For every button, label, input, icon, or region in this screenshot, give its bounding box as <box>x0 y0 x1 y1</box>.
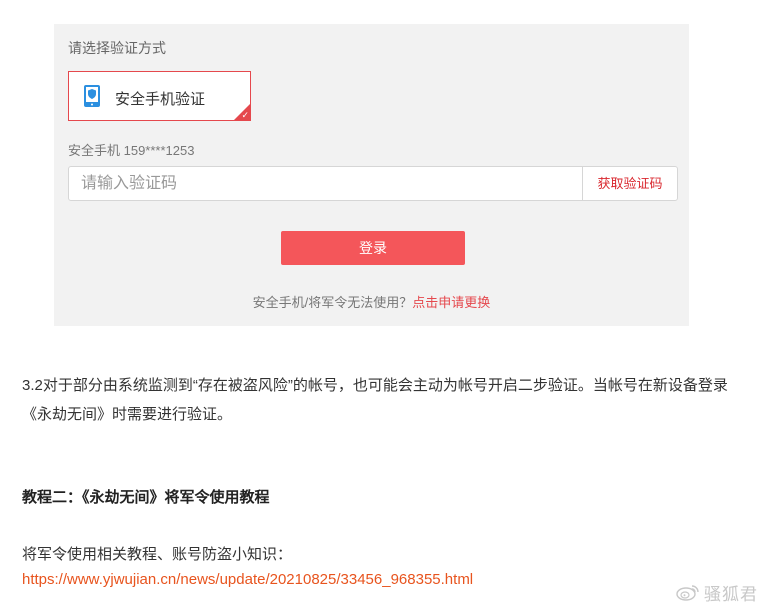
security-phone-number: 安全手机 159****1253 <box>68 143 195 158</box>
check-icon: ✓ <box>241 110 249 120</box>
help-line: 安全手机/将军令无法使用？点击申请更换 <box>54 292 689 311</box>
verification-method-title: 请选择验证方式 <box>68 40 166 56</box>
login-button[interactable]: 登录 <box>281 231 465 265</box>
apply-change-link[interactable]: 点击申请更换 <box>412 295 490 310</box>
links-intro: 将军令使用相关教程、账号防盗小知识： <box>22 546 293 563</box>
help-text: 安全手机/将军令无法使用？ <box>252 295 413 310</box>
verification-code-row: 获取验证码 <box>68 166 678 201</box>
watermark: 骚狐君 <box>676 579 768 605</box>
watermark-text: 骚狐君 <box>704 584 758 604</box>
article-paragraph: 3.2对于部分由系统监测到“存在被盗风险”的帐号，也可能会主动为帐号开启二步验证… <box>22 377 728 423</box>
verification-panel: 请选择验证方式 安全手机验证 ✓ 安全手机 159****1253 获取验证码 … <box>54 24 689 326</box>
security-phone-icon <box>84 85 100 107</box>
phone-verification-label: 安全手机验证 <box>115 91 206 108</box>
verification-code-input[interactable] <box>69 167 583 200</box>
weibo-icon <box>676 585 699 601</box>
tutorial-url-link[interactable]: https://www.yjwujian.cn/news/update/2021… <box>22 571 473 588</box>
tutorial-heading: 教程二：《永劫无间》将军令使用教程 <box>22 489 270 506</box>
phone-verification-option[interactable]: 安全手机验证 ✓ <box>68 71 251 121</box>
get-code-button[interactable]: 获取验证码 <box>582 167 677 200</box>
